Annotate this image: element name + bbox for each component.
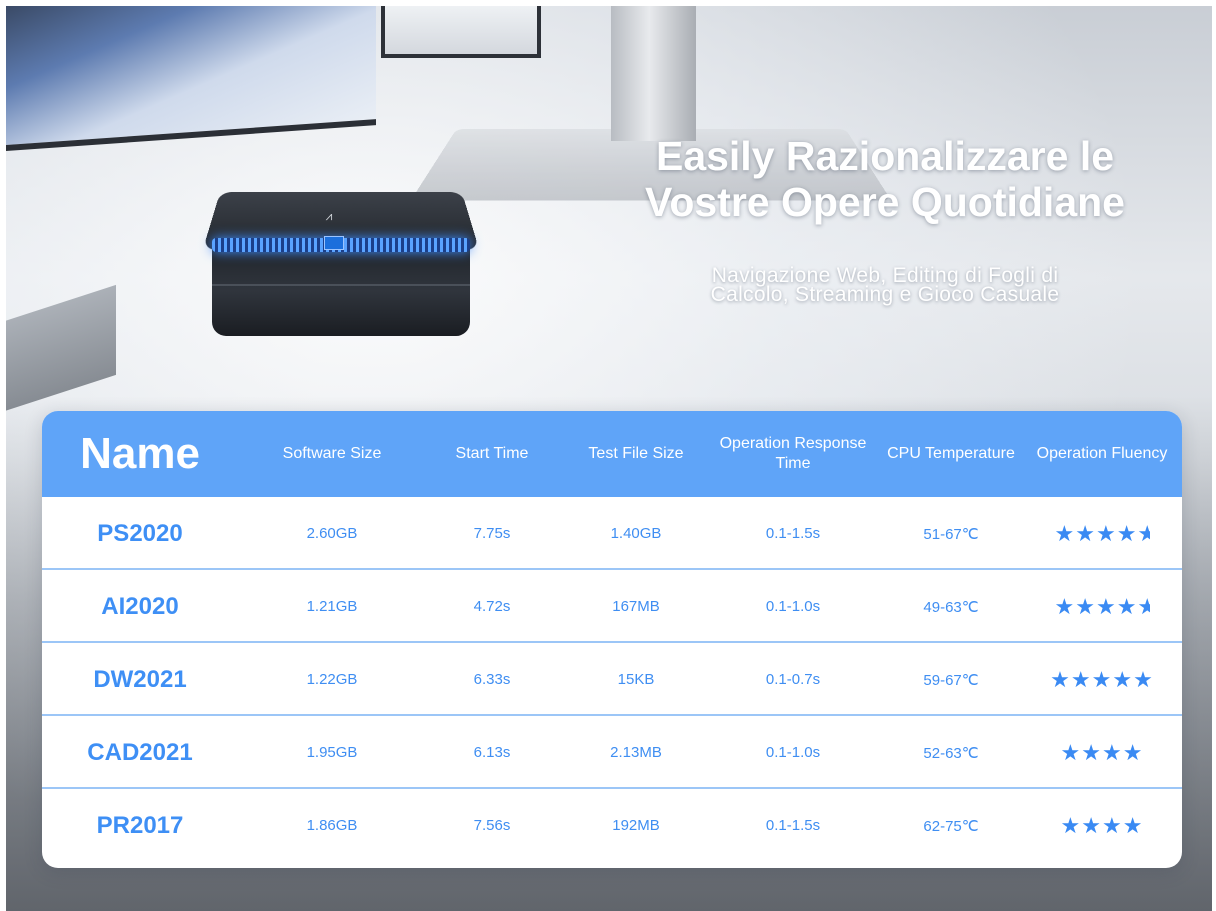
half-star-icon: ★ — [1137, 520, 1150, 546]
row-name: CAD2021 — [87, 738, 193, 766]
star-icon: ★ — [1116, 520, 1138, 546]
headline-line-2: Vostre Opere Quotidiane — [645, 179, 1125, 225]
star-icon: ★ — [1133, 666, 1154, 692]
headline-line-1: Easily Razionalizzare le — [655, 133, 1115, 179]
row-response-time: 0.1-1.5s — [765, 817, 821, 834]
row-test-file-size: 167MB — [612, 598, 660, 615]
row-response-time: 0.1-1.5s — [765, 525, 821, 542]
subheadline-line-2: Calcolo, Streaming e Gioco Casuale — [710, 283, 1060, 306]
monitor-stand-pole — [611, 6, 696, 141]
row-fluency-stars: ★ ★ ★ ★ — [1027, 716, 1177, 789]
row-response-time: 0.1-0.7s — [765, 671, 821, 688]
row-test-file-size: 192MB — [612, 817, 660, 834]
row-start-time: 7.75s — [473, 525, 511, 542]
table-row: PS2020 2.60GB 7.75s 1.40GB 0.1-1.5s 51-6… — [42, 497, 1182, 570]
row-response-time: 0.1-1.0s — [765, 744, 821, 761]
star-icon: ★ — [1060, 739, 1082, 765]
star-icon: ★ — [1095, 520, 1117, 546]
row-test-file-size: 2.13MB — [610, 744, 662, 761]
header-operation-fluency: Operation Fluency — [1036, 445, 1168, 462]
star-icon: ★ — [1075, 593, 1096, 619]
row-software-size: 1.22GB — [306, 671, 358, 688]
header-name: Name — [80, 429, 200, 478]
star-icon: ★ — [1122, 739, 1144, 765]
row-name: DW2021 — [93, 665, 187, 693]
star-icon: ★ — [1050, 666, 1071, 692]
star-icon: ★ — [1060, 812, 1082, 838]
row-cpu-temperature: 51-67℃ — [923, 525, 979, 543]
comparison-table: Name Software Size Start Time Test File … — [42, 411, 1182, 868]
row-test-file-size: 15KB — [617, 671, 655, 688]
star-icon: ★ — [1102, 739, 1123, 765]
star-icon: ★ — [1112, 666, 1134, 692]
row-fluency-stars: ★ ★ ★ ★ ★ — [1027, 497, 1177, 570]
row-test-file-size: 1.40GB — [610, 525, 662, 542]
star-icon: ★ — [1095, 593, 1117, 619]
table-row: AI2020 1.21GB 4.72s 167MB 0.1-1.0s 49-63… — [42, 570, 1182, 643]
row-start-time: 4.72s — [473, 598, 511, 615]
header-software-size: Software Size — [282, 445, 382, 462]
star-icon: ★ — [1102, 812, 1123, 838]
row-software-size: 2.60GB — [306, 525, 358, 542]
row-start-time: 6.13s — [473, 744, 511, 761]
header-start-time: Start Time — [455, 445, 529, 462]
row-name: AI2020 — [101, 592, 179, 620]
star-icon: ★ — [1081, 812, 1102, 838]
row-software-size: 1.21GB — [306, 598, 358, 615]
row-cpu-temperature: 62-75℃ — [923, 817, 979, 835]
table-header: Name Software Size Start Time Test File … — [42, 411, 1182, 497]
mini-pc-seam — [212, 284, 470, 286]
mini-pc-logo-icon: ⩘ — [325, 209, 333, 223]
row-cpu-temperature: 59-67℃ — [923, 671, 979, 689]
header-response-time: Operation Response Time — [719, 435, 867, 472]
row-cpu-temperature: 52-63℃ — [923, 744, 979, 762]
headline: Easily Razionalizzare le Vostre Opere Qu… — [560, 133, 1210, 225]
header-cpu-temperature: CPU Temperature — [887, 445, 1015, 462]
table-row: PR2017 1.86GB 7.56s 192MB 0.1-1.5s 62-75… — [42, 789, 1182, 862]
row-cpu-temperature: 49-63℃ — [923, 598, 979, 616]
table-row: DW2021 1.22GB 6.33s 15KB 0.1-0.7s 59-67℃… — [42, 643, 1182, 716]
mini-pc-image: ⩘ — [202, 184, 480, 349]
star-icon: ★ — [1081, 739, 1102, 765]
star-icon: ★ — [1091, 666, 1113, 692]
monitor-left-image — [6, 6, 376, 152]
half-star-icon: ★ — [1137, 593, 1150, 619]
row-name: PS2020 — [97, 519, 183, 547]
star-icon: ★ — [1075, 520, 1096, 546]
star-icon: ★ — [1122, 812, 1144, 838]
star-icon: ★ — [1054, 520, 1076, 546]
monitor-middle-image — [381, 6, 541, 58]
star-icon: ★ — [1116, 593, 1138, 619]
row-start-time: 6.33s — [473, 671, 511, 688]
row-fluency-stars: ★ ★ ★ ★ ★ — [1027, 643, 1177, 716]
row-start-time: 7.56s — [473, 817, 511, 834]
row-name: PR2017 — [96, 811, 184, 839]
row-software-size: 1.95GB — [306, 744, 358, 761]
subheadline: Navigazione Web, Editing di Fogli di Cal… — [560, 265, 1210, 306]
row-software-size: 1.86GB — [306, 817, 358, 834]
row-fluency-stars: ★ ★ ★ ★ ★ — [1027, 570, 1177, 643]
row-response-time: 0.1-1.0s — [765, 598, 821, 615]
mini-pc-badge — [324, 236, 344, 250]
star-icon: ★ — [1054, 593, 1076, 619]
row-fluency-stars: ★ ★ ★ ★ — [1027, 789, 1177, 862]
table-row: CAD2021 1.95GB 6.13s 2.13MB 0.1-1.0s 52-… — [42, 716, 1182, 789]
header-test-file-size: Test File Size — [588, 445, 684, 462]
star-icon: ★ — [1070, 666, 1092, 692]
